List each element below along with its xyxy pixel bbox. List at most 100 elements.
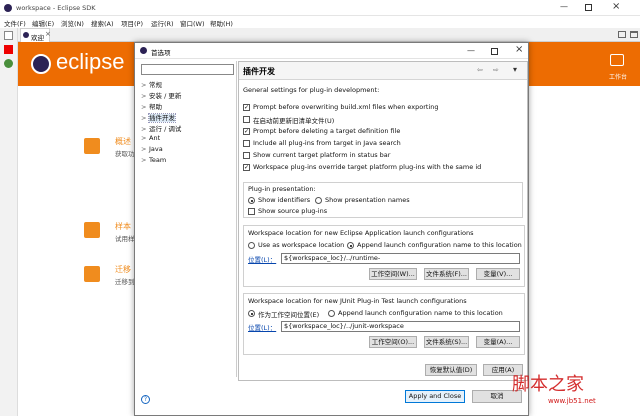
back-icon[interactable]: ⇦	[477, 66, 483, 74]
checkbox-box[interactable]	[243, 116, 250, 123]
maximize-view-icon[interactable]	[630, 31, 638, 38]
location-field[interactable]: ${workspace_loc}/../runtime-	[281, 253, 520, 264]
checkbox-box[interactable]	[248, 208, 255, 215]
samples-icon[interactable]	[84, 222, 100, 238]
eclipse-logo-icon	[31, 54, 51, 74]
tree-item-team[interactable]: > Team	[141, 156, 166, 164]
tree-item-help[interactable]: > 帮助	[141, 101, 162, 111]
menu-search[interactable]: 搜索(A)	[91, 18, 114, 28]
migrate-title[interactable]: 迁移	[115, 264, 131, 275]
radio-show-names[interactable]: Show presentation names	[315, 196, 415, 206]
checkbox-box[interactable]: ✓	[243, 164, 250, 171]
restore-icon[interactable]	[4, 59, 13, 68]
view-menu-icon[interactable]: ▾	[513, 65, 517, 74]
radio-label: Use as workspace location	[258, 241, 345, 249]
close-icon[interactable]: ×	[612, 1, 620, 12]
chevron-right-icon[interactable]: >	[141, 156, 149, 164]
overview-icon[interactable]	[84, 138, 100, 154]
junit-variables-button[interactable]: 变量(A)...	[476, 336, 520, 348]
checkbox-overwrite-build[interactable]: ✓ Prompt before overwriting build.xml fi…	[243, 103, 525, 113]
menu-project[interactable]: 项目(P)	[121, 18, 143, 28]
radio-append-name[interactable]: Append launch configuration name to this…	[347, 241, 522, 251]
workbench-label[interactable]: 工作台	[609, 72, 627, 81]
menu-navigate[interactable]: 浏览(N)	[61, 18, 84, 28]
menu-file[interactable]: 文件(F)	[4, 18, 26, 28]
stop-icon[interactable]	[4, 45, 13, 54]
dialog-titlebar: 首选项 — ×	[135, 43, 528, 59]
tab-welcome[interactable]: 欢迎 ×	[20, 28, 51, 42]
tab-label: 欢迎	[31, 34, 44, 42]
checkbox-show-target[interactable]: Show current target platform in status b…	[243, 151, 525, 161]
dialog-maximize-icon[interactable]	[491, 48, 498, 55]
checkbox-box[interactable]	[243, 152, 250, 159]
radio-button[interactable]	[248, 310, 255, 317]
samples-subtitle: 试用样	[115, 235, 135, 243]
samples-title[interactable]: 样本	[115, 221, 131, 232]
junit-workspace-button[interactable]: 工作空间(O)...	[369, 336, 417, 348]
tree-item-plugin-dev[interactable]: > 插件开发	[141, 112, 176, 123]
apply-and-close-button[interactable]: Apply and Close	[405, 390, 465, 403]
tree-item-ant[interactable]: > Ant	[141, 134, 160, 142]
radio-label: Append launch configuration name to this…	[357, 241, 522, 249]
checkbox-include-all[interactable]: Include all plug-ins from target in Java…	[243, 139, 525, 149]
dialog-close-icon[interactable]: ×	[515, 44, 523, 55]
help-icon[interactable]: ?	[141, 395, 150, 404]
radio-button[interactable]	[248, 242, 255, 249]
radio-show-identifiers[interactable]: Show identifiers	[248, 196, 314, 206]
checkbox-label: Workspace plug-ins override target platf…	[253, 163, 482, 171]
menu-help[interactable]: 帮助(H)	[210, 18, 233, 28]
forward-icon[interactable]: ⇨	[493, 66, 499, 74]
chevron-right-icon[interactable]: >	[141, 103, 149, 111]
junit-location-link[interactable]: 位置(L)：	[248, 322, 276, 332]
watermark-url: www.jb51.net	[548, 397, 596, 405]
menu-window[interactable]: 窗口(W)	[180, 18, 205, 28]
radio-button[interactable]	[328, 310, 335, 317]
radio-as-workspace[interactable]: 作为工作空间位置(E)	[248, 309, 326, 319]
radio-use-as-workspace[interactable]: Use as workspace location	[248, 241, 346, 251]
checkbox-workspace-override[interactable]: ✓ Workspace plug-ins override target pla…	[243, 163, 525, 173]
variables-button[interactable]: 变量(V)...	[476, 268, 520, 280]
checkbox-box[interactable]: ✓	[243, 104, 250, 111]
workspace-button[interactable]: 工作空间(W)...	[369, 268, 417, 280]
chevron-right-icon[interactable]: >	[141, 134, 149, 142]
checkbox-update-manifest[interactable]: 在启动前更新旧清单文件(U)	[243, 115, 525, 125]
tree-sash[interactable]	[236, 61, 237, 377]
chevron-right-icon[interactable]: >	[141, 114, 149, 122]
tree-item-install-update[interactable]: > 安装 / 更新	[141, 90, 181, 100]
chevron-right-icon[interactable]: >	[141, 81, 149, 89]
page-header: 插件开发 ⇦ ⇨ ▾	[239, 62, 527, 80]
checkbox-label: Include all plug-ins from target in Java…	[253, 139, 401, 147]
junit-filesystem-button[interactable]: 文件系统(S)...	[424, 336, 469, 348]
tree-item-general[interactable]: > 常规	[141, 79, 162, 89]
checkbox-prompt-delete[interactable]: ✓ Prompt before deleting a target defini…	[243, 127, 525, 137]
new-icon[interactable]	[4, 31, 13, 40]
checkbox-show-source[interactable]: Show source plug-ins	[248, 207, 348, 217]
workbench-icon[interactable]	[610, 54, 624, 66]
maximize-icon[interactable]	[585, 4, 592, 11]
tab-close-icon[interactable]: ×	[45, 30, 51, 38]
dialog-minimize-icon[interactable]: —	[467, 46, 475, 55]
radio-button[interactable]	[315, 197, 322, 204]
checkbox-label: Show source plug-ins	[258, 207, 328, 215]
checkbox-box[interactable]: ✓	[243, 128, 250, 135]
tree-item-java[interactable]: > Java	[141, 145, 163, 153]
radio-button[interactable]	[347, 242, 354, 249]
migrate-icon[interactable]	[84, 266, 100, 282]
minimize-view-icon[interactable]	[618, 31, 626, 38]
filter-input[interactable]	[141, 64, 234, 75]
chevron-right-icon[interactable]: >	[141, 92, 149, 100]
radio-append-name-junit[interactable]: Append launch configuration name to this…	[328, 309, 503, 319]
checkbox-box[interactable]	[243, 140, 250, 147]
junit-location-field[interactable]: ${workspace_loc}/../junit-workspace	[281, 321, 520, 332]
chevron-right-icon[interactable]: >	[141, 125, 149, 133]
chevron-right-icon[interactable]: >	[141, 145, 149, 153]
minimize-icon[interactable]: —	[560, 2, 568, 11]
tree-item-run-debug[interactable]: > 运行 / 调试	[141, 123, 181, 133]
filesystem-button[interactable]: 文件系统(F)...	[424, 268, 469, 280]
location-label[interactable]: 位置(L)：	[248, 254, 276, 264]
restore-defaults-button[interactable]: 恢复默认值(D)	[425, 364, 477, 376]
radio-button[interactable]	[248, 197, 255, 204]
menu-run[interactable]: 运行(R)	[151, 18, 174, 28]
overview-title[interactable]: 概述	[115, 136, 131, 147]
menu-edit[interactable]: 编辑(E)	[32, 18, 54, 28]
